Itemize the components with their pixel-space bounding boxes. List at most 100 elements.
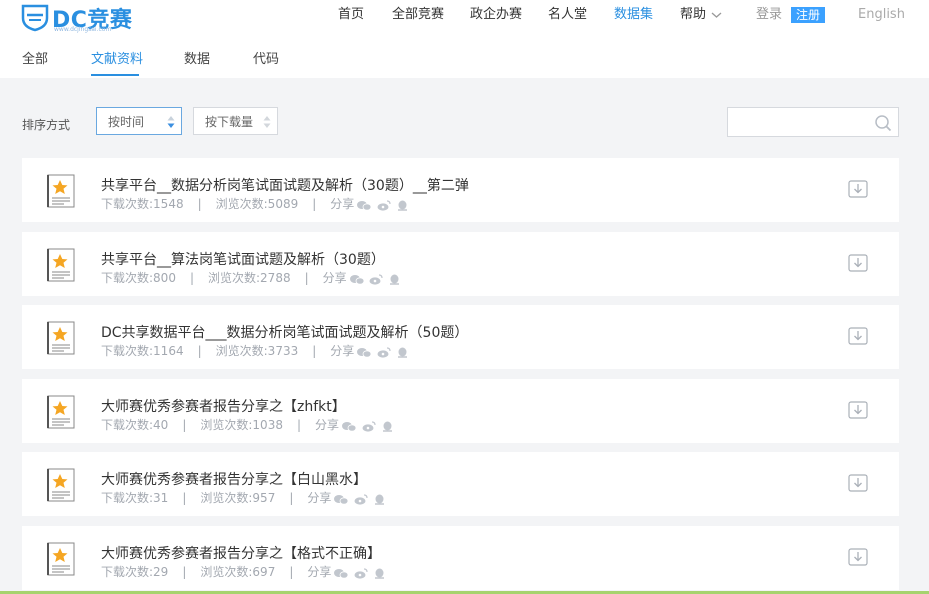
list-item: DC共享数据平台___数据分析岗笔试面试题及解析（50题） 下载次数:1164 |… <box>22 305 899 369</box>
download-icon[interactable] <box>848 180 868 198</box>
separator: | <box>312 344 317 358</box>
separator: | <box>189 271 194 285</box>
document-star-icon <box>47 248 75 282</box>
weibo-icon[interactable] <box>377 199 391 211</box>
share-icons <box>334 492 387 506</box>
nav-datasets[interactable]: 数据集 <box>614 0 653 30</box>
view-count: 浏览次数:2788 <box>208 271 291 285</box>
download-count: 下载次数:800 <box>101 271 176 285</box>
login-link[interactable]: 登录 <box>756 0 782 30</box>
download-count: 下载次数:1548 <box>101 197 184 211</box>
sort-by-downloads-button[interactable]: 按下载量 <box>193 107 278 135</box>
document-star-icon <box>47 174 75 208</box>
download-icon[interactable] <box>848 327 868 345</box>
register-button[interactable]: 注册 <box>791 7 826 23</box>
share-label: 分享 <box>330 344 355 358</box>
separator: | <box>304 271 309 285</box>
brand-logo[interactable]: DC竞赛 www.dcjingsai.com <box>20 2 132 33</box>
sort-by-downloads-label: 按下载量 <box>205 115 254 129</box>
search-icon[interactable] <box>874 114 892 132</box>
document-meta: 下载次数:800 | 浏览次数:2788 | 分享 <box>101 269 402 286</box>
wechat-icon[interactable] <box>342 421 357 432</box>
qq-icon[interactable] <box>389 274 400 285</box>
logo-shield-icon <box>21 4 49 32</box>
nav-gov-enterprise[interactable]: 政企办赛 <box>470 0 522 30</box>
share-label: 分享 <box>307 565 332 579</box>
share-label: 分享 <box>330 197 355 211</box>
nav-help-label: 帮助 <box>680 7 707 22</box>
weibo-icon[interactable] <box>362 420 376 432</box>
nav-home[interactable]: 首页 <box>338 0 364 30</box>
sort-arrows-icon <box>167 116 175 128</box>
document-meta: 下载次数:31 | 浏览次数:957 | 分享 <box>101 489 387 506</box>
document-star-icon <box>47 321 75 355</box>
weibo-icon[interactable] <box>354 567 368 579</box>
sort-arrows-icon <box>263 116 271 128</box>
download-count: 下载次数:40 <box>101 418 169 432</box>
list-item: 大师赛优秀参赛者报告分享之【白山黑水】 下载次数:31 | 浏览次数:957 | 分享 <box>22 452 899 516</box>
chevron-down-icon <box>711 12 722 18</box>
wechat-icon[interactable] <box>357 347 372 358</box>
download-count: 下载次数:31 <box>101 491 169 505</box>
weibo-icon[interactable] <box>377 346 391 358</box>
download-icon[interactable] <box>848 254 868 272</box>
search-box <box>727 107 899 137</box>
nav-all-competitions[interactable]: 全部竞赛 <box>392 0 444 30</box>
qq-icon[interactable] <box>374 568 385 579</box>
nav-hall-of-fame[interactable]: 名人堂 <box>548 0 587 30</box>
wechat-icon[interactable] <box>357 200 372 211</box>
document-meta: 下载次数:40 | 浏览次数:1038 | 分享 <box>101 416 395 433</box>
separator: | <box>289 565 294 579</box>
qq-icon[interactable] <box>374 494 385 505</box>
separator: | <box>289 491 294 505</box>
separator: | <box>182 491 187 505</box>
view-count: 浏览次数:1038 <box>200 418 283 432</box>
brand-url: www.dcjingsai.com <box>54 26 112 33</box>
list-item: 共享平台__数据分析岗笔试面试题及解析（30题）__第二弹 下载次数:1548 |… <box>22 158 899 222</box>
document-title[interactable]: DC共享数据平台___数据分析岗笔试面试题及解析（50题） <box>101 322 468 342</box>
document-title[interactable]: 大师赛优秀参赛者报告分享之【白山黑水】 <box>101 469 367 489</box>
download-icon[interactable] <box>848 474 868 492</box>
share-label: 分享 <box>315 418 340 432</box>
document-title[interactable]: 大师赛优秀参赛者报告分享之【格式不正确】 <box>101 543 381 563</box>
weibo-icon[interactable] <box>369 273 384 285</box>
qq-icon[interactable] <box>397 347 408 358</box>
share-icons <box>334 566 387 580</box>
nav-help[interactable]: 帮助 <box>680 0 722 30</box>
tab-all[interactable]: 全部 <box>22 48 48 67</box>
site-header: DC竞赛 www.dcjingsai.com 首页 全部竞赛 政企办赛 名人堂 … <box>0 0 929 34</box>
wechat-icon[interactable] <box>334 568 349 579</box>
share-icons <box>349 272 403 286</box>
view-count: 浏览次数:957 <box>200 491 276 505</box>
share-icons <box>357 198 410 212</box>
wechat-icon[interactable] <box>334 494 349 505</box>
document-title[interactable]: 共享平台__数据分析岗笔试面试题及解析（30题）__第二弹 <box>101 175 469 195</box>
tab-literature[interactable]: 文献资料 <box>91 48 143 67</box>
qq-icon[interactable] <box>397 200 408 211</box>
sort-by-time-button[interactable]: 按时间 <box>96 107 182 135</box>
separator: | <box>197 197 202 211</box>
download-icon[interactable] <box>848 401 868 419</box>
search-input[interactable] <box>728 108 884 136</box>
document-title[interactable]: 大师赛优秀参赛者报告分享之【zhfkt】 <box>101 396 346 416</box>
separator: | <box>182 418 187 432</box>
document-title[interactable]: 共享平台__算法岗笔试面试题及解析（30题） <box>101 249 385 269</box>
view-count: 浏览次数:3733 <box>215 344 299 358</box>
share-icons <box>357 345 410 359</box>
share-icons <box>342 419 395 433</box>
qq-icon[interactable] <box>382 421 393 432</box>
separator: | <box>312 197 317 211</box>
wechat-icon[interactable] <box>349 274 365 285</box>
active-tab-indicator <box>91 74 139 76</box>
document-star-icon <box>47 468 75 502</box>
download-icon[interactable] <box>848 548 868 566</box>
tab-code[interactable]: 代码 <box>253 48 279 67</box>
list-item: 大师赛优秀参赛者报告分享之【格式不正确】 下载次数:29 | 浏览次数:697 | 分享 <box>22 526 899 590</box>
share-label: 分享 <box>322 271 347 285</box>
sort-label: 排序方式 <box>22 118 71 132</box>
sort-by-time-label: 按时间 <box>108 115 145 129</box>
language-switch[interactable]: English <box>858 0 905 30</box>
weibo-icon[interactable] <box>354 493 368 505</box>
tab-data[interactable]: 数据 <box>184 48 210 67</box>
document-meta: 下载次数:29 | 浏览次数:697 | 分享 <box>101 563 387 580</box>
